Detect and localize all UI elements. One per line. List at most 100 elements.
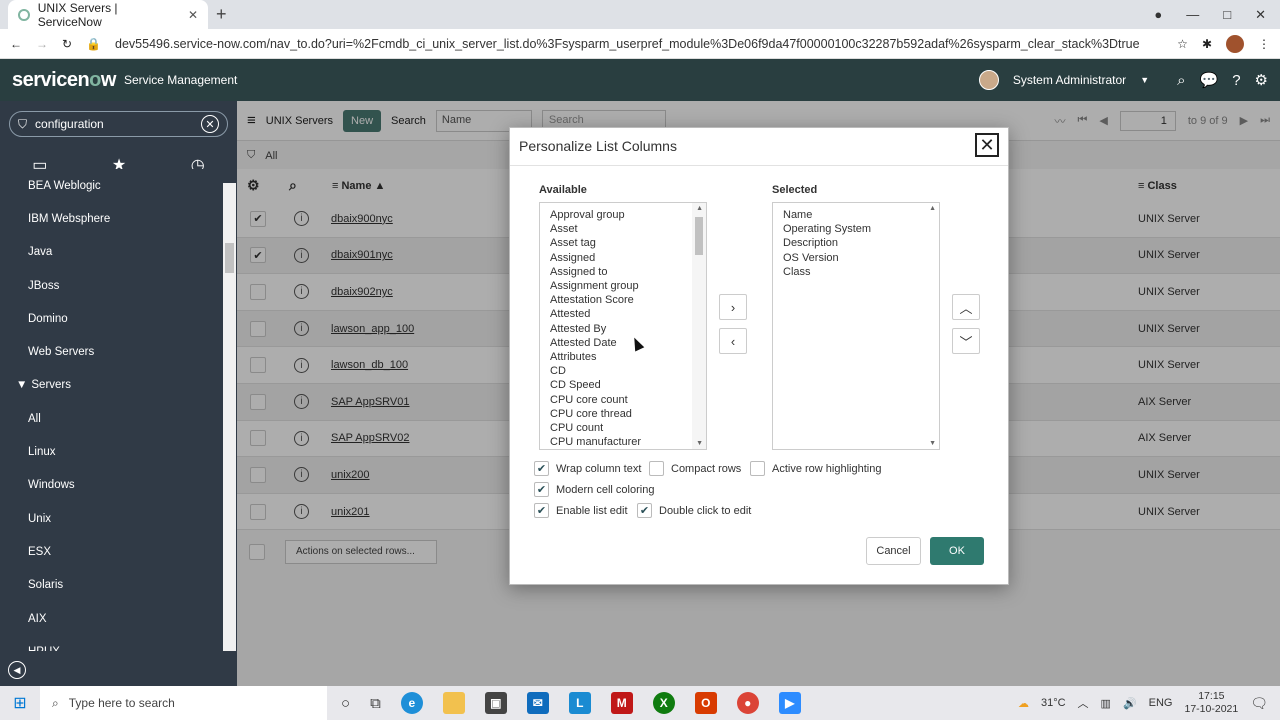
selected-option[interactable]: Class xyxy=(773,265,939,279)
add-column-button[interactable]: › xyxy=(719,294,747,320)
checkbox-unchecked-icon[interactable] xyxy=(750,461,765,476)
new-tab-icon[interactable]: + xyxy=(216,4,227,25)
temperature[interactable]: 31°C xyxy=(1041,697,1066,709)
available-option[interactable]: Assigned xyxy=(540,251,706,265)
compact-rows-checkbox[interactable]: Compact rows xyxy=(649,461,741,476)
available-option[interactable]: Attestation Score xyxy=(540,293,706,307)
help-icon[interactable]: ? xyxy=(1232,72,1240,89)
back-icon[interactable]: ← xyxy=(10,37,22,51)
file-explorer-icon[interactable] xyxy=(442,692,465,714)
selected-listbox[interactable]: Name Operating System Description OS Versio… xyxy=(772,202,940,450)
sidebar-scrollbar[interactable] xyxy=(223,183,236,651)
selected-option[interactable]: Operating System xyxy=(773,222,939,236)
mcafee-icon[interactable]: M xyxy=(610,692,633,714)
enable-list-edit-checkbox[interactable]: ✔ Enable list edit xyxy=(534,503,628,518)
nav-item[interactable]: All xyxy=(0,402,223,435)
user-avatar[interactable] xyxy=(978,70,999,90)
windows-start-icon[interactable]: ⊞ xyxy=(0,693,40,713)
available-option[interactable]: CPU count xyxy=(540,421,706,435)
language[interactable]: ENG xyxy=(1149,697,1173,709)
bookmark-star-icon[interactable]: ☆ xyxy=(1177,37,1188,51)
nav-item[interactable]: Domino xyxy=(0,302,223,335)
edge-icon[interactable]: e xyxy=(400,692,423,714)
chevron-down-icon[interactable]: ▼ xyxy=(16,379,27,391)
active-row-highlighting-checkbox[interactable]: Active row highlighting xyxy=(750,461,881,476)
reload-icon[interactable]: ↻ xyxy=(62,37,72,51)
task-view-icon[interactable]: ⧉ xyxy=(370,695,381,712)
servicenow-logo[interactable]: servicenow xyxy=(12,69,116,92)
checkbox-checked-icon[interactable]: ✔ xyxy=(534,482,549,497)
nav-item[interactable]: Web Servers xyxy=(0,335,223,368)
filter-input[interactable]: configuration xyxy=(35,117,104,131)
store-icon[interactable]: ▣ xyxy=(484,692,507,714)
remove-column-button[interactable]: ‹ xyxy=(719,328,747,354)
checkbox-checked-icon[interactable]: ✔ xyxy=(637,503,652,518)
browser-tab[interactable]: UNIX Servers | ServiceNow ✕ xyxy=(8,0,208,29)
available-scrollbar[interactable]: ▲ ▼ xyxy=(692,203,706,449)
network-icon[interactable]: ▥ xyxy=(1101,697,1111,710)
collapse-navigator-icon[interactable]: ◀ xyxy=(8,661,26,679)
taskbar-search-input[interactable]: Type here to search xyxy=(69,696,175,710)
zoom-icon[interactable]: ▶ xyxy=(778,692,801,714)
nav-item[interactable]: ESX xyxy=(0,535,223,568)
nav-item[interactable]: Unix xyxy=(0,502,223,535)
navigator-filter[interactable]: ⛉ configuration ✕ xyxy=(9,111,228,137)
notifications-icon[interactable]: 🗨 xyxy=(1250,695,1268,712)
search-icon[interactable]: ⌕ xyxy=(1177,72,1185,89)
scroll-down-icon[interactable]: ▼ xyxy=(696,440,703,447)
modern-cell-coloring-checkbox[interactable]: ✔ Modern cell coloring xyxy=(534,482,654,497)
nav-item[interactable]: Solaris xyxy=(0,569,223,602)
move-up-button[interactable]: ︿ xyxy=(952,294,980,320)
checkbox-checked-icon[interactable]: ✔ xyxy=(534,503,549,518)
ok-button[interactable]: OK xyxy=(930,537,984,565)
available-option[interactable]: CD Speed xyxy=(540,378,706,392)
lync-icon[interactable]: L xyxy=(568,692,591,714)
minimize-icon[interactable]: — xyxy=(1186,7,1199,22)
scroll-down-icon[interactable]: ▼ xyxy=(929,440,936,447)
taskbar-search[interactable]: ⌕ Type here to search xyxy=(40,686,327,720)
nav-item[interactable]: AIX xyxy=(0,602,223,635)
nav-item[interactable]: Linux xyxy=(0,435,223,468)
available-scroll-thumb[interactable] xyxy=(695,217,703,255)
browser-menu-icon[interactable]: ⋮ xyxy=(1258,37,1270,51)
available-option[interactable]: CPU core thread xyxy=(540,407,706,421)
nav-item[interactable]: JBoss xyxy=(0,269,223,302)
available-option[interactable]: Asset xyxy=(540,222,706,236)
available-listbox[interactable]: Approval group Asset Asset tag Assigned Assi… xyxy=(539,202,707,450)
selected-scrollbar[interactable]: ▲ ▼ xyxy=(925,203,939,449)
checkbox-unchecked-icon[interactable] xyxy=(649,461,664,476)
profile-menu-icon[interactable]: ● xyxy=(1154,7,1162,22)
url-field[interactable]: dev55496.service-now.com/nav_to.do?uri=%… xyxy=(115,37,1163,51)
tray-chevron-icon[interactable]: ︿ xyxy=(1078,695,1089,711)
xbox-icon[interactable]: X xyxy=(652,692,675,714)
available-option[interactable]: Assigned to xyxy=(540,265,706,279)
profile-avatar[interactable] xyxy=(1226,34,1244,53)
forward-icon[interactable]: → xyxy=(36,37,48,51)
nav-item[interactable]: Java xyxy=(0,236,223,269)
clear-filter-icon[interactable]: ✕ xyxy=(201,115,219,133)
chat-icon[interactable]: 💬 xyxy=(1200,71,1219,89)
available-option[interactable]: CPU core count xyxy=(540,393,706,407)
extensions-icon[interactable]: ✱ xyxy=(1202,37,1212,51)
user-menu[interactable]: System Administrator xyxy=(1013,73,1126,87)
nav-item[interactable]: HPUX xyxy=(0,635,223,651)
available-option[interactable]: Attributes xyxy=(540,350,706,364)
nav-item[interactable]: IBM Websphere xyxy=(0,202,223,235)
modal-close-button[interactable]: ✕ xyxy=(975,133,999,157)
available-option[interactable]: CD xyxy=(540,364,706,378)
gear-icon[interactable]: ⚙ xyxy=(1255,71,1268,89)
double-click-edit-checkbox[interactable]: ✔ Double click to edit xyxy=(637,503,751,518)
sidebar-scroll-thumb[interactable] xyxy=(225,243,234,273)
checkbox-checked-icon[interactable]: ✔ xyxy=(534,461,549,476)
office-icon[interactable]: O xyxy=(694,692,717,714)
chrome-icon[interactable]: ● xyxy=(736,692,759,714)
move-down-button[interactable]: ﹀ xyxy=(952,328,980,354)
mail-icon[interactable]: ✉ xyxy=(526,692,549,714)
chevron-down-icon[interactable]: ▼ xyxy=(1140,75,1149,85)
cancel-button[interactable]: Cancel xyxy=(866,537,921,565)
scroll-up-icon[interactable]: ▲ xyxy=(696,205,703,212)
selected-option[interactable]: OS Version xyxy=(773,251,939,265)
window-close-icon[interactable]: ✕ xyxy=(1255,7,1266,23)
clock[interactable]: 17:15 17-10-2021 xyxy=(1185,690,1239,716)
nav-section-servers[interactable]: ▼ Servers xyxy=(0,369,223,402)
